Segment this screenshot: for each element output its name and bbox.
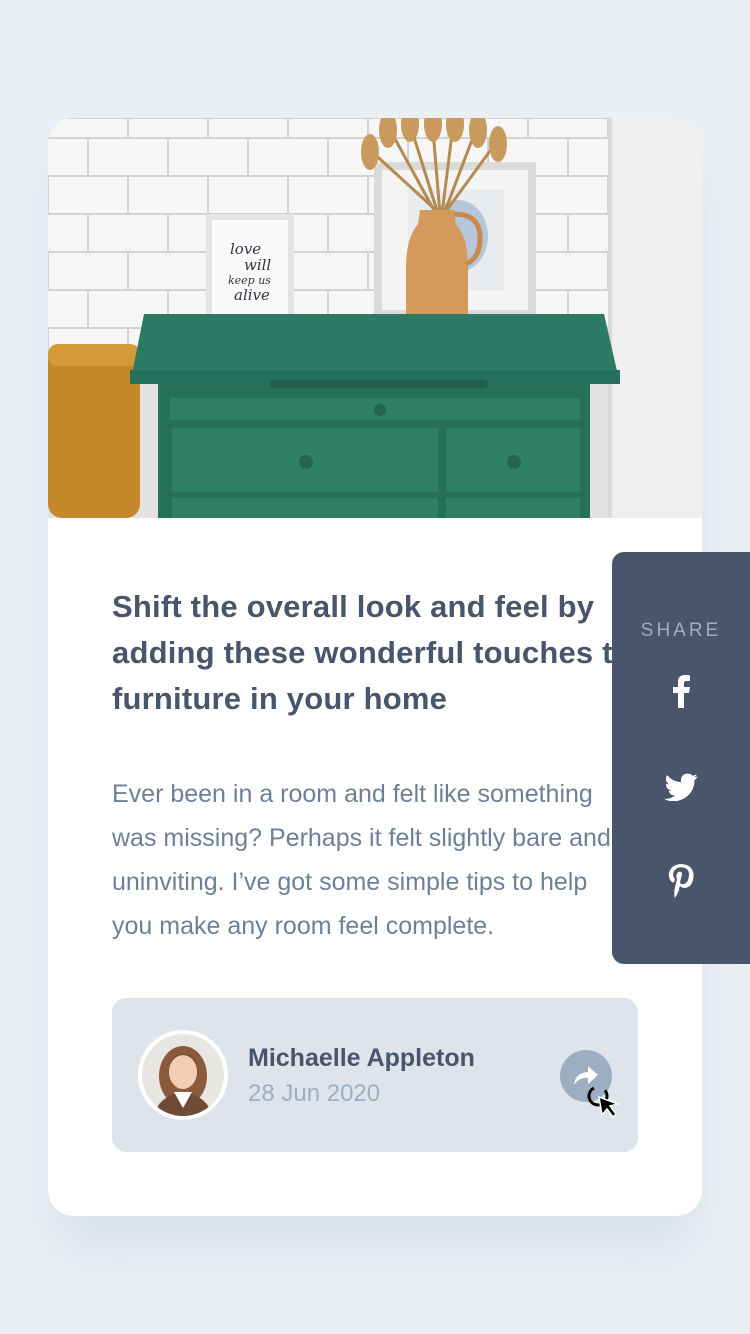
pinterest-icon xyxy=(668,864,694,898)
mouse-cursor-icon xyxy=(587,1085,621,1119)
twitter-icon xyxy=(664,773,698,801)
avatar xyxy=(138,1030,228,1120)
share-panel: SHARE xyxy=(612,552,750,964)
poster-text-line4: alive xyxy=(234,286,270,304)
article-description: Ever been in a room and felt like someth… xyxy=(112,780,611,940)
share-arrow-icon xyxy=(574,1066,598,1085)
twitter-share-button[interactable] xyxy=(664,770,698,804)
page: love will keep us alive Shift the overal… xyxy=(0,0,750,1334)
article-card: love will keep us alive Shift the overal… xyxy=(48,118,702,1216)
publish-date: 28 Jun 2020 xyxy=(248,1080,381,1107)
hero-image: love will keep us alive xyxy=(48,118,702,518)
article-content: Shift the overall look and feel by addin… xyxy=(112,584,642,948)
author-name: Michaelle Appleton xyxy=(248,1044,475,1072)
poster-text-line2: will xyxy=(244,256,271,274)
facebook-icon xyxy=(673,675,690,708)
author-bar: Michaelle Appleton 28 Jun 2020 xyxy=(112,998,638,1152)
share-label: SHARE xyxy=(640,620,722,641)
pinterest-share-button[interactable] xyxy=(664,864,698,898)
article-title: Shift the overall look and feel by addin… xyxy=(112,589,632,716)
facebook-share-button[interactable] xyxy=(664,674,698,708)
